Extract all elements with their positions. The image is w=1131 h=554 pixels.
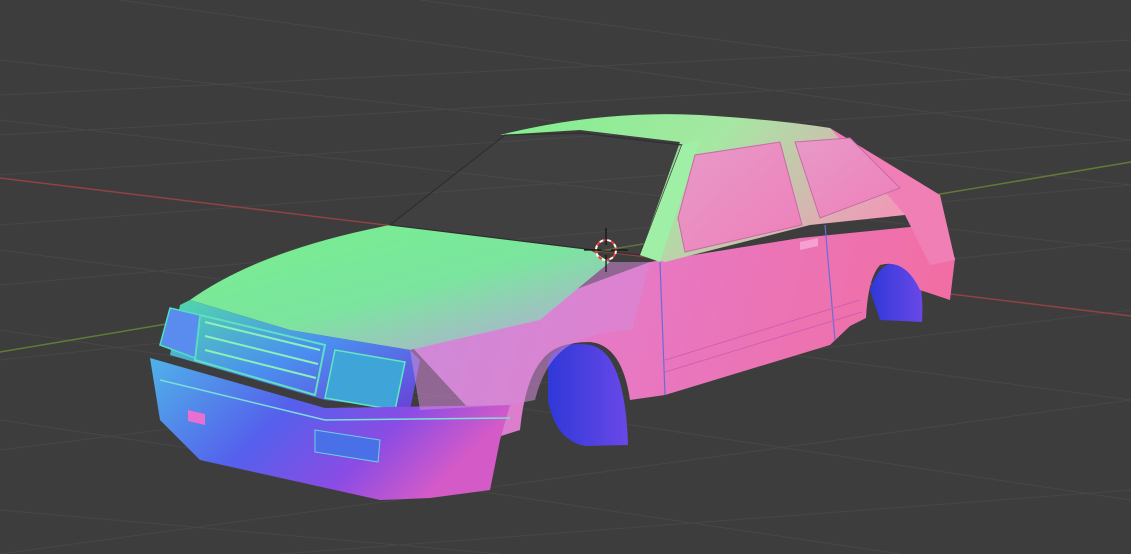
car-body-mesh[interactable]: [150, 114, 955, 500]
front-wheel-well: [548, 344, 628, 446]
front-side-window: [677, 141, 803, 253]
left-headlight: [159, 307, 201, 360]
viewport-scene[interactable]: [0, 0, 1131, 554]
3d-viewport[interactable]: [0, 0, 1131, 554]
